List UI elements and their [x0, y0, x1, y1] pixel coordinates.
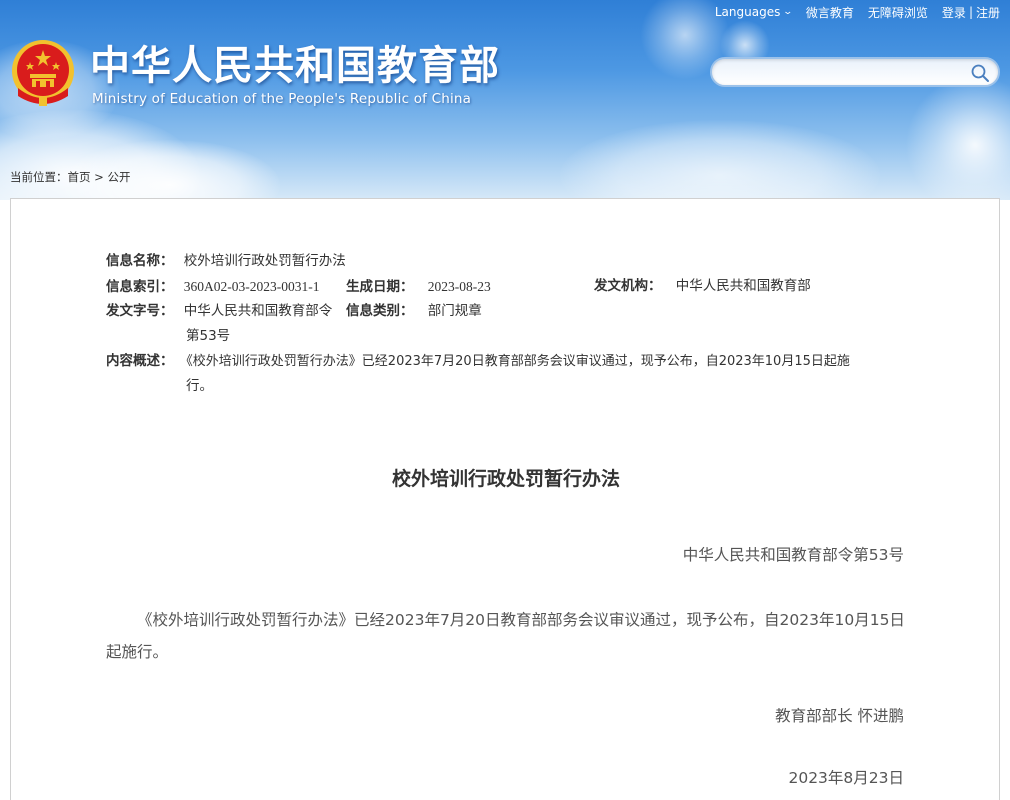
signer: 教育部部长 怀进鹏 [775, 707, 904, 725]
meta-row-doc-no-line2: 第53号 [186, 324, 230, 349]
meta-row-summary-line2: 行。 [186, 374, 213, 399]
search-box [710, 57, 1000, 87]
meta-row-category: 信息类别： 部门规章 [346, 299, 482, 324]
document-paragraph: 《校外培训行政处罚暂行办法》已经2023年7月20日教育部部务会议审议通过，现予… [106, 611, 905, 661]
site-header: Languages ⌄ 微言教育 无障碍浏览 登录 | 注册 中华人民共和国教育… [0, 0, 1010, 200]
breadcrumb-home-link[interactable]: 首页 [68, 170, 91, 184]
accessible-browse-link[interactable]: 无障碍浏览 [868, 4, 928, 21]
content-panel: 信息名称： 校外培训行政处罚暂行办法 信息索引： 360A02-03-2023-… [10, 198, 1000, 800]
info-name-label: 信息名称： [106, 253, 174, 269]
breadcrumb: 当前位置：首页 > 公开 [10, 169, 130, 185]
gen-date-value: 2023-08-23 [427, 279, 491, 294]
doc-no-value: 中华人民共和国教育部令 [183, 303, 333, 319]
meta-row-index: 信息索引： 360A02-03-2023-0031-1 [106, 274, 320, 300]
info-index-label: 信息索引： [106, 279, 174, 295]
document-title: 校外培训行政处罚暂行办法 [391, 468, 620, 490]
link-separator: | [968, 5, 973, 19]
cloud-decoration [560, 120, 880, 200]
doc-no-label: 发文字号： [106, 303, 174, 319]
national-emblem-icon[interactable] [10, 38, 76, 108]
meta-row-name: 信息名称： 校外培训行政处罚暂行办法 [106, 249, 346, 274]
languages-menu[interactable]: Languages ⌄ [714, 5, 794, 19]
login-link[interactable]: 登录 [942, 4, 966, 21]
meta-row-doc-no: 发文字号： 中华人民共和国教育部令 [106, 299, 332, 324]
site-title[interactable]: 中华人民共和国教育部 [90, 42, 500, 90]
doc-no-value-line2: 第53号 [186, 328, 231, 344]
sign-date: 2023年8月23日 [788, 769, 904, 787]
chevron-down-icon: ⌄ [782, 7, 794, 17]
info-name-value: 校外培训行政处罚暂行办法 [183, 253, 346, 269]
summary-label: 内容概述： [106, 353, 174, 369]
order-number: 中华人民共和国教育部令第53号 [682, 546, 904, 564]
issuer-value: 中华人民共和国教育部 [675, 278, 811, 294]
breadcrumb-current-link[interactable]: 公开 [107, 170, 130, 184]
site-subtitle: Ministry of Education of the People's Re… [92, 91, 472, 107]
search-input[interactable] [724, 63, 964, 83]
register-link[interactable]: 注册 [976, 4, 1000, 21]
category-value: 部门规章 [427, 303, 482, 319]
breadcrumb-separator: > [90, 170, 108, 184]
breadcrumb-prefix: 当前位置： [10, 170, 68, 184]
issuer-label: 发文机构： [594, 278, 662, 294]
category-label: 信息类别： [346, 303, 414, 319]
gen-date-label: 生成日期： [346, 279, 414, 295]
summary-value-line2: 行。 [186, 378, 213, 394]
languages-label: Languages [714, 5, 781, 19]
meta-row-summary: 内容概述： 《校外培训行政处罚暂行办法》已经2023年7月20日教育部部务会议审… [106, 349, 850, 374]
info-index-value: 360A02-03-2023-0031-1 [183, 279, 320, 294]
dandelion-decoration [905, 75, 1010, 200]
summary-value: 《校外培训行政处罚暂行办法》已经2023年7月20日教育部部务会议审议通过，现予… [179, 354, 850, 369]
meta-row-gen-date: 生成日期： 2023-08-23 [346, 274, 491, 300]
weibo-edu-link[interactable]: 微言教育 [806, 4, 854, 21]
meta-row-issuer: 发文机构： 中华人民共和国教育部 [594, 274, 811, 299]
top-links-bar: Languages ⌄ 微言教育 无障碍浏览 登录 | 注册 [715, 4, 1000, 20]
search-icon[interactable] [970, 63, 990, 83]
